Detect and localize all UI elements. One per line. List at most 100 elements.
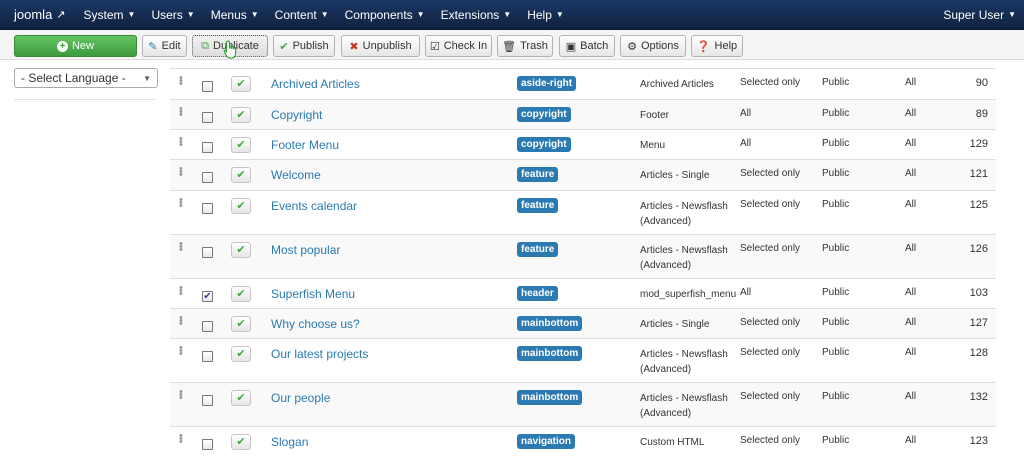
access-value: Public — [822, 287, 850, 298]
menu-components[interactable]: Components ▼ — [337, 0, 433, 30]
menu-users-label: Users — [151, 7, 183, 22]
drag-handle-icon[interactable]: • • • — [179, 431, 185, 448]
module-title-link[interactable]: Copyright — [271, 108, 322, 122]
table-row: • • • ✔ ✔ Superfish Menu header mod_superfish_m… — [170, 278, 996, 308]
row-checkbox[interactable]: ✔ — [202, 291, 213, 302]
menu-users[interactable]: Users ▼ — [143, 0, 202, 30]
trash-button[interactable]: 🗑 Trash — [497, 35, 553, 57]
published-toggle[interactable]: ✔ — [231, 198, 251, 214]
published-toggle[interactable]: ✔ — [231, 316, 251, 332]
menu-extensions[interactable]: Extensions ▼ — [433, 0, 520, 30]
table-row: • • • ✔ Welcome feature Articles - Single Selec… — [170, 159, 996, 190]
module-title-link[interactable]: Our people — [271, 391, 330, 405]
table-row: • • • ✔ Why choose us? mainbottom Articles - S… — [170, 308, 996, 338]
module-title-link[interactable]: Footer Menu — [271, 138, 339, 152]
drag-handle-icon[interactable]: • • • — [179, 195, 185, 212]
published-toggle[interactable]: ✔ — [231, 434, 251, 450]
modules-table: • • • ✔ Archived Articles aside-right Archived… — [170, 68, 996, 457]
drag-handle-icon[interactable]: • • • — [179, 104, 185, 121]
pages-value: Selected only — [740, 347, 801, 358]
batch-button[interactable]: ▣ Batch — [559, 35, 615, 57]
row-checkbox[interactable] — [202, 142, 213, 153]
published-toggle[interactable]: ✔ — [231, 137, 251, 153]
pages-value: Selected only — [740, 77, 801, 88]
menu-menus[interactable]: Menus ▼ — [203, 0, 267, 30]
module-title-link[interactable]: Slogan — [271, 435, 308, 449]
unpublish-button-label: Unpublish — [362, 40, 412, 52]
language-value: All — [905, 138, 917, 149]
access-value: Public — [822, 317, 850, 328]
menu-content[interactable]: Content ▼ — [267, 0, 337, 30]
module-id: 128 — [969, 347, 988, 359]
external-link-icon: ↗ — [56, 9, 66, 21]
module-type: Articles - Newsflash (Advanced) — [640, 245, 728, 271]
published-toggle[interactable]: ✔ — [231, 167, 251, 183]
module-type: Articles - Single — [640, 170, 710, 181]
published-toggle[interactable]: ✔ — [231, 346, 251, 362]
drag-handle-icon[interactable]: • • • — [179, 134, 185, 151]
new-button[interactable]: + New — [14, 35, 137, 57]
module-title-link[interactable]: Most popular — [271, 243, 340, 257]
checkbox-icon: ☑ — [429, 40, 440, 53]
published-toggle[interactable]: ✔ — [231, 286, 251, 302]
drag-handle-icon[interactable]: • • • — [179, 73, 185, 90]
module-title-link[interactable]: Archived Articles — [271, 77, 360, 91]
check-icon: ✔ — [236, 139, 246, 151]
checkin-button[interactable]: ☑ Check In — [425, 35, 492, 57]
pages-value: Selected only — [740, 243, 801, 254]
row-checkbox[interactable] — [202, 172, 213, 183]
table-row: • • • ✔ Events calendar feature Articles - New… — [170, 190, 996, 234]
module-type: Custom HTML — [640, 437, 705, 448]
top-navbar: joomla ↗ System ▼ Users ▼ Menus ▼ Content ▼ … — [0, 0, 1024, 30]
module-title-link[interactable]: Events calendar — [271, 199, 357, 213]
options-button[interactable]: ⚙ Options — [620, 35, 686, 57]
row-checkbox[interactable] — [202, 81, 213, 92]
pages-value: Selected only — [740, 391, 801, 402]
drag-handle-icon[interactable]: • • • — [179, 164, 185, 181]
drag-handle-icon[interactable]: • • • — [179, 239, 185, 256]
row-checkbox[interactable] — [202, 203, 213, 214]
access-value: Public — [822, 243, 850, 254]
module-title-link[interactable]: Superfish Menu — [271, 287, 355, 301]
position-badge: navigation — [517, 434, 576, 449]
language-value: All — [905, 347, 917, 358]
module-id: 103 — [969, 287, 988, 299]
row-checkbox[interactable] — [202, 247, 213, 258]
row-checkbox[interactable] — [202, 395, 213, 406]
drag-handle-icon[interactable]: • • • — [179, 283, 185, 300]
language-value: All — [905, 317, 917, 328]
joomla-brand[interactable]: joomla ↗ — [0, 7, 76, 22]
user-menu[interactable]: Super User ▼ — [935, 0, 1024, 30]
publish-button[interactable]: ✔ Publish — [273, 35, 335, 57]
unpublish-button[interactable]: ✖ Unpublish — [341, 35, 420, 57]
published-toggle[interactable]: ✔ — [231, 76, 251, 92]
access-value: Public — [822, 347, 850, 358]
menu-help-label: Help — [527, 7, 552, 22]
pages-value: Selected only — [740, 199, 801, 210]
published-toggle[interactable]: ✔ — [231, 242, 251, 258]
checkin-button-label: Check In — [443, 40, 488, 52]
menu-content-label: Content — [274, 7, 317, 22]
gear-icon: ⚙ — [627, 40, 637, 53]
module-title-link[interactable]: Welcome — [271, 168, 321, 182]
check-icon: ✔ — [236, 200, 246, 212]
module-title-link[interactable]: Our latest projects — [271, 347, 368, 361]
row-checkbox[interactable] — [202, 351, 213, 362]
module-title-link[interactable]: Why choose us? — [271, 317, 360, 331]
help-button[interactable]: ❓ Help — [691, 35, 743, 57]
row-checkbox[interactable] — [202, 112, 213, 123]
edit-button[interactable]: ✎ Edit — [142, 35, 187, 57]
published-toggle[interactable]: ✔ — [231, 107, 251, 123]
drag-handle-icon[interactable]: • • • — [179, 343, 185, 360]
drag-handle-icon[interactable]: • • • — [179, 313, 185, 330]
row-checkbox[interactable] — [202, 439, 213, 450]
language-select[interactable]: - Select Language - ▼ — [14, 68, 158, 88]
menu-help[interactable]: Help ▼ — [519, 0, 572, 30]
drag-handle-icon[interactable]: • • • — [179, 387, 185, 404]
table-row: • • • ✔ Copyright copyright Footer All Public All… — [170, 99, 996, 129]
edit-button-label: Edit — [161, 40, 181, 52]
menu-system[interactable]: System ▼ — [76, 0, 144, 30]
row-checkbox[interactable] — [202, 321, 213, 332]
position-badge: aside-right — [517, 76, 577, 91]
published-toggle[interactable]: ✔ — [231, 390, 251, 406]
